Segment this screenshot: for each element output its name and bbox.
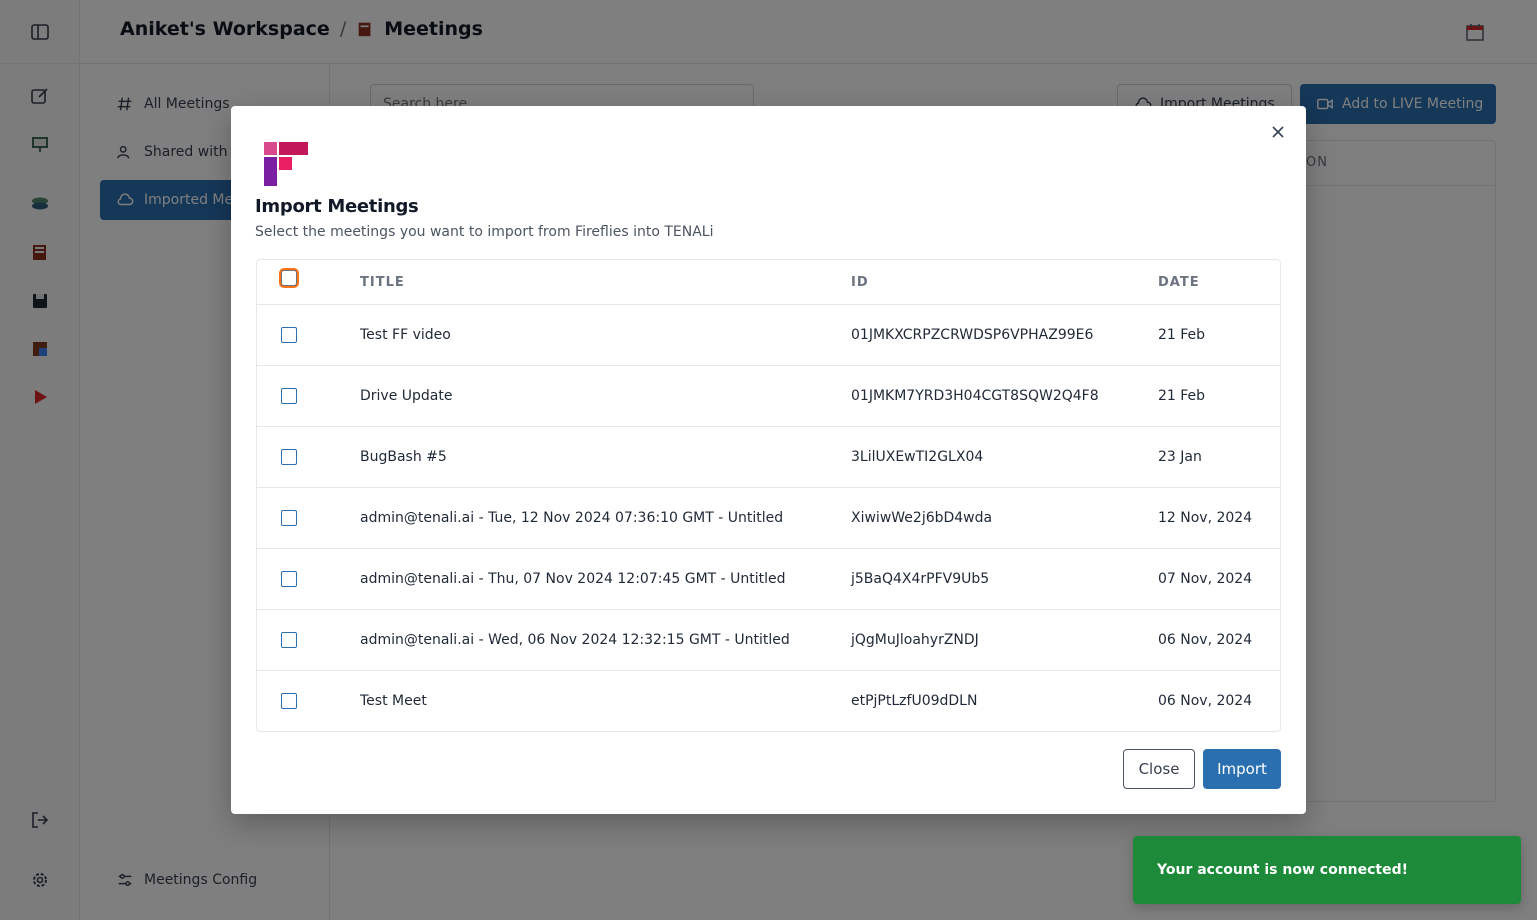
row-checkbox[interactable] <box>281 327 297 343</box>
row-id: 3LilUXEwTI2GLX04 <box>851 449 984 465</box>
row-checkbox[interactable] <box>281 510 297 526</box>
import-meetings-modal: Import Meetings Select the meetings you … <box>231 106 1306 814</box>
row-title: Drive Update <box>360 388 453 404</box>
row-title: Test Meet <box>360 693 427 709</box>
modal-title: Import Meetings <box>255 196 419 217</box>
row-date: 21 Feb <box>1158 327 1206 343</box>
row-checkbox[interactable] <box>281 693 297 709</box>
row-checkbox[interactable] <box>281 571 297 587</box>
column-header-date: DATE <box>1158 275 1200 290</box>
row-date: 07 Nov, 2024 <box>1158 571 1253 587</box>
row-id: 01JMKM7YRD3H04CGT8SQW2Q4F8 <box>851 388 1099 404</box>
row-id: XiwiwWe2j6bD4wda <box>851 510 993 526</box>
table-row[interactable]: admin@tenali.ai - Tue, 12 Nov 2024 07:36… <box>257 488 1280 549</box>
import-button[interactable]: Import <box>1203 749 1281 789</box>
row-date: 23 Jan <box>1158 449 1202 465</box>
column-header-id: ID <box>851 275 869 290</box>
row-date: 21 Feb <box>1158 388 1206 404</box>
row-id: 01JMKXCRPZCRWDSP6VPHAZ99E6 <box>851 327 1094 343</box>
row-title: admin@tenali.ai - Wed, 06 Nov 2024 12:32… <box>360 632 790 648</box>
row-checkbox[interactable] <box>281 388 297 404</box>
row-title: admin@tenali.ai - Thu, 07 Nov 2024 12:07… <box>360 571 786 587</box>
row-date: 06 Nov, 2024 <box>1158 693 1253 709</box>
row-title: Test FF video <box>360 327 451 343</box>
modal-subtitle: Select the meetings you want to import f… <box>255 224 714 240</box>
select-all-checkbox[interactable] <box>281 270 297 286</box>
column-header-title: TITLE <box>360 275 405 290</box>
table-header: TITLE ID DATE <box>257 260 1280 305</box>
row-checkbox[interactable] <box>281 632 297 648</box>
table-row[interactable]: admin@tenali.ai - Thu, 07 Nov 2024 12:07… <box>257 549 1280 610</box>
toast-message: Your account is now connected! <box>1157 862 1409 878</box>
row-id: jQgMuJloahyrZNDJ <box>851 632 979 648</box>
row-date: 12 Nov, 2024 <box>1158 510 1253 526</box>
table-row[interactable]: Test Meet etPjPtLzfU09dDLN 06 Nov, 2024 <box>257 671 1280 731</box>
row-title: admin@tenali.ai - Tue, 12 Nov 2024 07:36… <box>360 510 784 526</box>
row-id: j5BaQ4X4rPFV9Ub5 <box>851 571 990 587</box>
close-button[interactable]: Close <box>1123 749 1195 789</box>
table-row[interactable]: admin@tenali.ai - Wed, 06 Nov 2024 12:32… <box>257 610 1280 671</box>
table-row[interactable]: Drive Update 01JMKM7YRD3H04CGT8SQW2Q4F8 … <box>257 366 1280 427</box>
meetings-select-table: TITLE ID DATE Test FF video 01JMKXCRPZCR… <box>256 259 1281 732</box>
success-toast: Your account is now connected! <box>1133 836 1521 904</box>
fireflies-logo <box>264 142 308 186</box>
table-row[interactable]: Test FF video 01JMKXCRPZCRWDSP6VPHAZ99E6… <box>257 305 1280 366</box>
table-row[interactable]: BugBash #5 3LilUXEwTI2GLX04 23 Jan <box>257 427 1280 488</box>
row-id: etPjPtLzfU09dDLN <box>851 693 978 709</box>
row-date: 06 Nov, 2024 <box>1158 632 1253 648</box>
row-title: BugBash #5 <box>360 449 447 465</box>
close-icon[interactable] <box>1268 122 1288 142</box>
row-checkbox[interactable] <box>281 449 297 465</box>
